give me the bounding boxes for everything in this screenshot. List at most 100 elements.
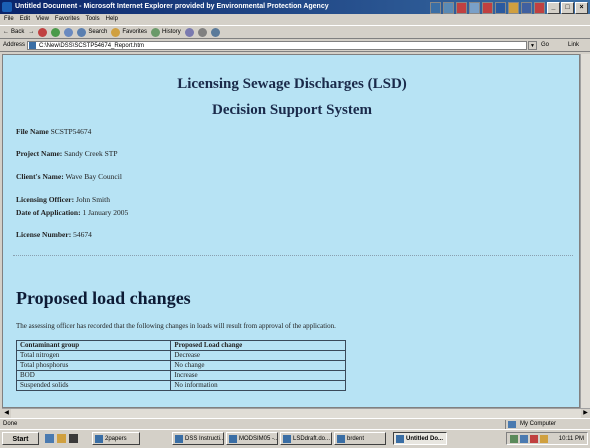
column-header: Proposed Load change bbox=[170, 340, 346, 351]
page-icon bbox=[29, 42, 36, 49]
taskbar-item[interactable]: DSS Instructi... bbox=[172, 432, 224, 445]
field-file-name: File Name SCSTP54674 bbox=[16, 127, 91, 136]
taskbar: Start 2papers DSS Instructi... MODSIM05 … bbox=[0, 429, 590, 448]
tray-app-icon[interactable] bbox=[534, 2, 545, 14]
home-icon[interactable] bbox=[64, 27, 74, 37]
menu-favorites[interactable]: Favorites bbox=[55, 14, 80, 25]
vertical-scrollbar[interactable] bbox=[580, 54, 590, 408]
status-bar: Done My Computer bbox=[0, 418, 590, 429]
mail-icon[interactable] bbox=[184, 27, 194, 37]
ie-icon bbox=[2, 2, 12, 12]
favorites-icon bbox=[111, 27, 121, 37]
scroll-right-icon[interactable]: ▶ bbox=[581, 409, 590, 418]
table-cell: No information bbox=[170, 380, 346, 391]
edit-icon[interactable] bbox=[210, 27, 220, 37]
menu-view[interactable]: View bbox=[36, 14, 49, 25]
menu-bar: File Edit View Favorites Tools Help bbox=[0, 14, 590, 25]
forward-arrow-icon: → bbox=[28, 29, 35, 35]
tray-icon[interactable] bbox=[520, 435, 528, 443]
table-cell: Suspended solids bbox=[15, 380, 172, 391]
start-button[interactable]: Start bbox=[2, 432, 39, 445]
field-licensing-officer: Licensing Officer: John Smith bbox=[16, 195, 110, 204]
go-button[interactable]: Go bbox=[541, 39, 549, 52]
field-label: Licensing Officer: bbox=[16, 195, 75, 204]
menu-edit[interactable]: Edit bbox=[20, 14, 30, 25]
window-title: Untitled Document - Microsoft Internet E… bbox=[15, 3, 329, 10]
clock[interactable]: 10:11 PM bbox=[559, 436, 584, 442]
field-value: Wave Bay Council bbox=[65, 172, 122, 181]
field-license-number: License Number: 54674 bbox=[16, 230, 92, 239]
taskbar-item[interactable]: LSDdraft.do... bbox=[280, 432, 332, 445]
field-project-name: Project Name: Sandy Creek STP bbox=[16, 149, 118, 158]
print-icon[interactable] bbox=[197, 27, 207, 37]
system-tray: 10:11 PM bbox=[506, 432, 588, 445]
table-cell: No change bbox=[170, 360, 346, 371]
search-icon bbox=[77, 27, 87, 37]
tray-app-icon[interactable] bbox=[456, 2, 467, 14]
page-content: Licensing Sewage Discharges (LSD) Decisi… bbox=[2, 54, 580, 408]
forward-button[interactable]: → bbox=[28, 25, 34, 39]
scroll-left-icon[interactable]: ◀ bbox=[2, 409, 11, 418]
load-changes-table: Contaminant group Proposed Load change T… bbox=[15, 340, 346, 391]
table-row: Total nitrogen Decrease bbox=[15, 350, 346, 361]
back-button[interactable]: ← Back bbox=[3, 25, 24, 39]
security-zone: My Computer bbox=[505, 420, 556, 429]
tray-app-icon[interactable] bbox=[495, 2, 506, 14]
menu-file[interactable]: File bbox=[4, 14, 14, 25]
tray-icon[interactable] bbox=[510, 435, 518, 443]
favorites-label: Favorites bbox=[122, 29, 148, 35]
tray-app-icon[interactable] bbox=[521, 2, 532, 14]
close-button[interactable]: × bbox=[575, 2, 588, 14]
table-cell: Decrease bbox=[170, 350, 346, 361]
menu-help[interactable]: Help bbox=[106, 14, 118, 25]
window-controls: _ □ × bbox=[547, 2, 588, 14]
field-label: Client's Name: bbox=[16, 172, 64, 181]
tray-icon[interactable] bbox=[530, 435, 538, 443]
table-cell: Total phosphorus bbox=[15, 360, 172, 371]
search-button[interactable]: Search bbox=[77, 25, 107, 39]
table-row: Total phosphorus No change bbox=[15, 360, 346, 371]
tray-app-icon[interactable] bbox=[482, 2, 493, 14]
refresh-icon[interactable] bbox=[51, 27, 61, 37]
page-title: Licensing Sewage Discharges (LSD) bbox=[177, 76, 407, 92]
table-row: Suspended solids No information bbox=[15, 380, 346, 391]
quick-launch-icon[interactable] bbox=[57, 434, 66, 443]
title-tray bbox=[430, 2, 545, 14]
horizontal-scrollbar[interactable]: ◀ ▶ bbox=[2, 408, 590, 418]
taskbar-item-active[interactable]: Untitled Do... bbox=[393, 432, 447, 445]
links-button[interactable]: Link bbox=[568, 39, 579, 52]
tray-app-icon[interactable] bbox=[508, 2, 519, 14]
field-label: License Number: bbox=[16, 230, 72, 239]
taskbar-item[interactable]: brdent bbox=[334, 432, 386, 445]
table-cell: BOD bbox=[15, 370, 172, 381]
toolbar: ← Back → Search Favorites History bbox=[0, 25, 590, 39]
field-value: 54674 bbox=[73, 230, 92, 239]
address-input[interactable]: C:\New\DSS\SCSTP54674_Report.htm bbox=[27, 41, 527, 50]
tray-app-icon[interactable] bbox=[430, 2, 441, 14]
history-label: History bbox=[162, 29, 181, 35]
minimize-button[interactable]: _ bbox=[547, 2, 560, 14]
maximize-button[interactable]: □ bbox=[561, 2, 574, 14]
taskbar-item[interactable]: MODSIM05 -... bbox=[226, 432, 278, 445]
history-icon bbox=[151, 27, 161, 37]
tray-icon[interactable] bbox=[540, 435, 548, 443]
field-label: Project Name: bbox=[16, 149, 63, 158]
taskbar-item[interactable]: 2papers bbox=[92, 432, 140, 445]
quick-launch-icon[interactable] bbox=[69, 434, 78, 443]
address-bar: Address C:\New\DSS\SCSTP54674_Report.htm… bbox=[0, 39, 590, 52]
column-header: Contaminant group bbox=[15, 340, 172, 351]
quick-launch-icon[interactable] bbox=[45, 434, 54, 443]
favorites-button[interactable]: Favorites bbox=[111, 25, 147, 39]
tray-app-icon[interactable] bbox=[469, 2, 480, 14]
address-dropdown-icon[interactable]: ▼ bbox=[528, 41, 537, 50]
menu-tools[interactable]: Tools bbox=[86, 14, 100, 25]
field-date-of-application: Date of Application: 1 January 2005 bbox=[16, 208, 128, 217]
stop-icon[interactable] bbox=[38, 27, 48, 37]
quick-launch bbox=[45, 434, 78, 443]
section-heading: Proposed load changes bbox=[16, 288, 191, 308]
field-value: John Smith bbox=[76, 195, 110, 204]
history-button[interactable]: History bbox=[151, 25, 181, 39]
tray-app-icon[interactable] bbox=[443, 2, 454, 14]
field-label: Date of Application: bbox=[16, 208, 81, 217]
address-label: Address bbox=[3, 42, 26, 48]
